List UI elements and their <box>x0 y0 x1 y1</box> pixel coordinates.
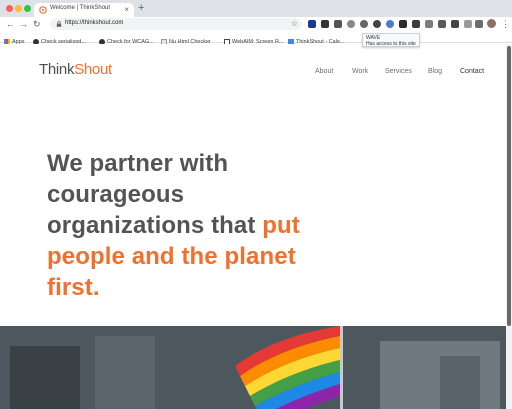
extension-icon[interactable] <box>451 20 459 28</box>
address-bar[interactable]: https://thinkshout.com ☆ <box>50 18 302 30</box>
pride-flag-image <box>0 326 512 409</box>
maximize-window-button[interactable] <box>24 5 31 12</box>
new-tab-button[interactable]: + <box>138 2 144 15</box>
extension-icon[interactable] <box>308 20 316 28</box>
reload-icon[interactable]: ↻ <box>33 17 41 31</box>
forward-arrow-icon[interactable]: → <box>19 17 28 31</box>
hero-photo-pride-flag <box>0 326 512 409</box>
bookmarks-bar: Apps Check serialized... Check for WCAG.… <box>0 31 512 45</box>
nav-link-blog[interactable]: Blog <box>428 68 442 75</box>
bookmark-item[interactable]: Nu Html Checker <box>161 33 211 45</box>
extension-icon[interactable] <box>386 20 394 28</box>
nav-link-work[interactable]: Work <box>352 68 368 75</box>
hero-heading: We partner with courageous organizations… <box>47 148 347 303</box>
thinkshout-favicon-icon <box>39 6 47 14</box>
logo-think-text: Think <box>39 61 75 78</box>
extension-icon[interactable] <box>399 20 407 28</box>
logo-shout-text: Shout <box>74 61 112 78</box>
browser-titlebar: Welcome | ThinkShout × + <box>0 0 512 17</box>
hero-text: We partner with courageous organizations… <box>47 150 256 239</box>
extension-icon[interactable] <box>475 20 483 28</box>
web-page: ThinkShout About Work Services Blog Cont… <box>0 44 512 409</box>
extension-icon[interactable] <box>321 20 329 28</box>
extension-icon[interactable] <box>412 20 420 28</box>
tooltip-subtitle: Has access to this site <box>366 41 416 47</box>
extension-icon[interactable] <box>438 20 446 28</box>
nav-link-services[interactable]: Services <box>385 68 412 75</box>
browser-tab[interactable]: Welcome | ThinkShout × <box>34 3 134 17</box>
nav-link-about[interactable]: About <box>315 68 333 75</box>
extension-tooltip: WAVE Has access to this site <box>362 33 420 47</box>
scrollbar-thumb[interactable] <box>507 46 511 326</box>
minimize-window-button[interactable] <box>15 5 22 12</box>
close-window-button[interactable] <box>6 5 13 12</box>
profile-avatar[interactable] <box>487 19 496 28</box>
extension-icon[interactable] <box>373 20 381 28</box>
bookmark-star-icon[interactable]: ☆ <box>291 18 298 30</box>
tab-close-icon[interactable]: × <box>124 4 129 15</box>
tab-title: Welcome | ThinkShout <box>50 5 111 11</box>
thinkshout-logo[interactable]: ThinkShout <box>39 61 112 78</box>
bookmark-item[interactable]: Check for WCAG... <box>99 33 154 45</box>
bookmark-item[interactable]: Check serialized... <box>33 33 86 45</box>
extension-icon[interactable] <box>334 20 342 28</box>
browser-toolbar: ← → ↻ https://thinkshout.com ☆ ⋮ <box>0 17 512 31</box>
lock-icon <box>56 21 62 27</box>
bookmark-item[interactable]: WebAIM: Screen R... <box>224 33 284 45</box>
nav-link-contact[interactable]: Contact <box>460 68 484 75</box>
wave-extension-icon[interactable] <box>360 20 368 28</box>
browser-menu-icon[interactable]: ⋮ <box>501 17 510 31</box>
bookmark-apps[interactable]: Apps <box>4 33 25 45</box>
page-scrollbar[interactable] <box>506 44 512 409</box>
url-text[interactable]: https://thinkshout.com <box>65 20 123 26</box>
back-arrow-icon[interactable]: ← <box>6 17 15 31</box>
bookmark-item[interactable]: ThinkShout - Cale... <box>288 33 345 45</box>
extension-icon[interactable] <box>425 20 433 28</box>
extension-icon[interactable] <box>464 20 472 28</box>
extension-icon[interactable] <box>347 20 355 28</box>
